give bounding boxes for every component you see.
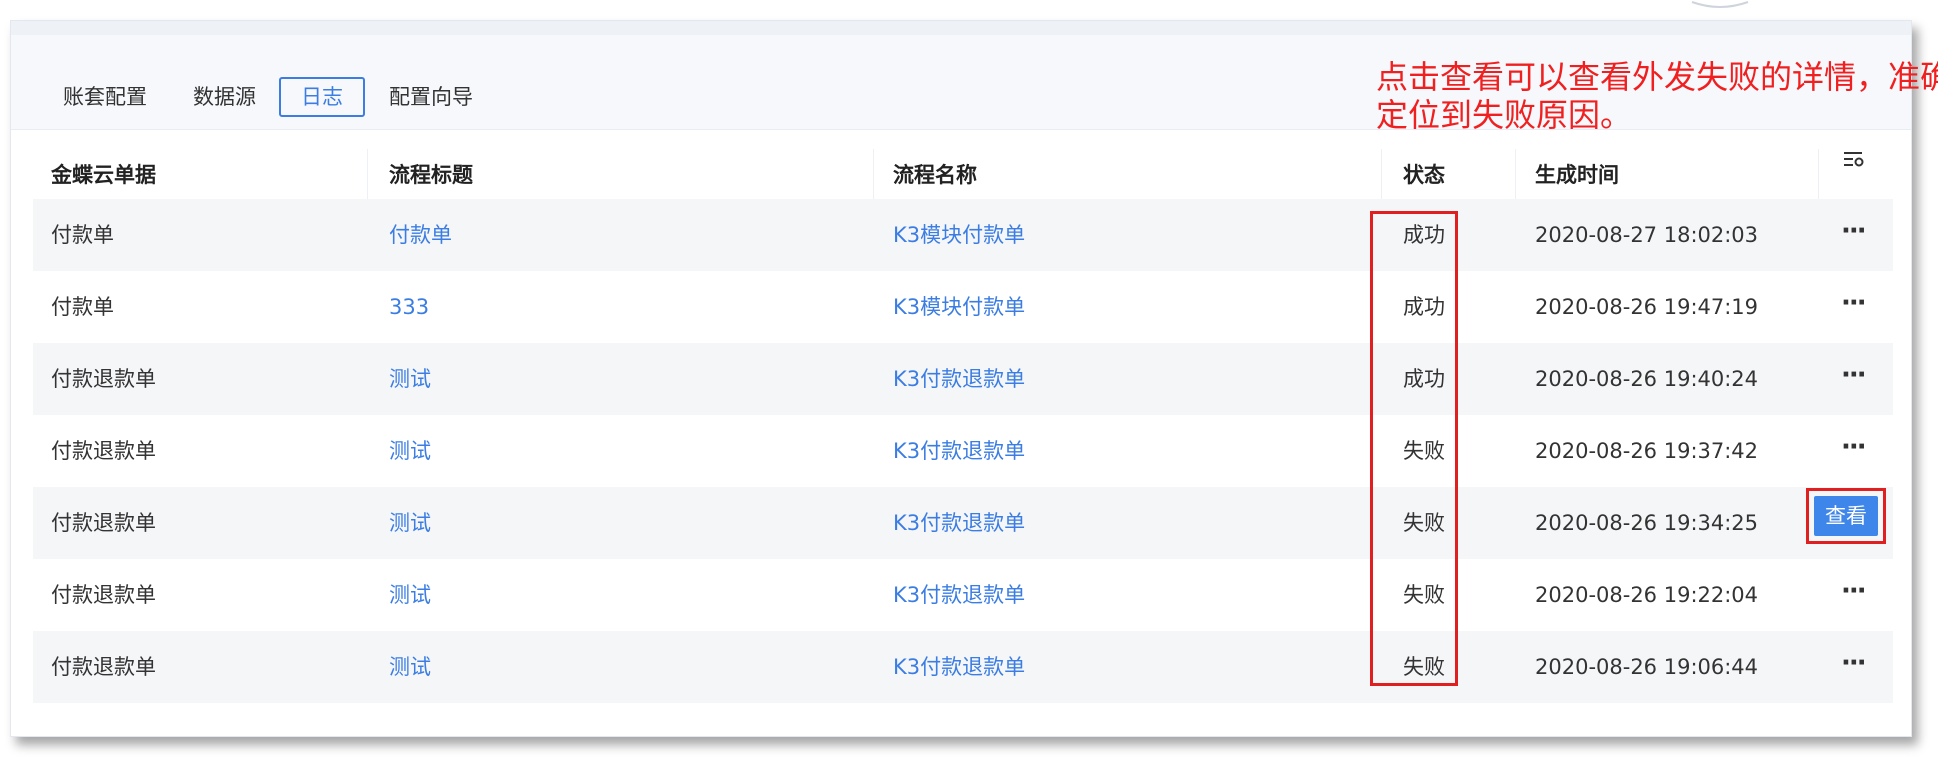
cell-time: 2020-08-26 19:40:24: [1535, 367, 1759, 391]
cell-name-link[interactable]: K3付款退款单: [893, 487, 1025, 559]
cell-name-link[interactable]: K3模块付款单: [893, 271, 1025, 343]
more-actions-icon[interactable]: ···: [1841, 271, 1867, 343]
table-row[interactable]: 付款退款单 测试 K3付款退款单 失败 2020-08-26 19:06:44 …: [33, 631, 1893, 703]
cell-name-link[interactable]: K3付款退款单: [893, 343, 1025, 415]
table-row[interactable]: 付款退款单 测试 K3付款退款单 成功 2020-08-26 19:40:24 …: [33, 343, 1893, 415]
cell-doc: 付款退款单: [51, 367, 156, 391]
cell-name-link[interactable]: K3付款退款单: [893, 559, 1025, 631]
table-row[interactable]: 付款退款单 测试 K3付款退款单 失败 2020-08-26 19:34:25: [33, 487, 1893, 559]
annotation-note: 点击查看可以查看外发失败的详情，准确 定位到失败原因。: [1376, 58, 1938, 134]
tab-log[interactable]: 日志: [279, 77, 365, 117]
cell-time: 2020-08-26 19:06:44: [1535, 655, 1759, 679]
more-actions-icon[interactable]: ···: [1841, 199, 1867, 271]
annotation-line: 点击查看可以查看外发失败的详情，准确: [1376, 58, 1938, 96]
cell-doc: 付款单: [51, 223, 114, 247]
column-settings-icon[interactable]: [1842, 150, 1866, 170]
tab-config-wizard[interactable]: 配置向导: [389, 77, 473, 117]
cell-time: 2020-08-26 19:34:25: [1535, 511, 1759, 535]
cell-time: 2020-08-27 18:02:03: [1535, 223, 1759, 247]
tab-account-config[interactable]: 账套配置: [63, 77, 147, 117]
more-actions-icon[interactable]: ···: [1841, 415, 1867, 487]
table-row[interactable]: 付款单 付款单 K3模块付款单 成功 2020-08-27 18:02:03 ·…: [33, 199, 1893, 271]
cell-doc: 付款退款单: [51, 655, 156, 679]
cell-title-link[interactable]: 测试: [389, 631, 431, 703]
cell-time: 2020-08-26 19:37:42: [1535, 439, 1759, 463]
cell-title-link[interactable]: 333: [389, 271, 429, 343]
annotation-line: 定位到失败原因。: [1376, 96, 1633, 134]
more-actions-icon[interactable]: ···: [1841, 631, 1867, 703]
cell-doc: 付款退款单: [51, 583, 156, 607]
more-actions-icon[interactable]: ···: [1841, 559, 1867, 631]
cell-time: 2020-08-26 19:47:19: [1535, 295, 1759, 319]
view-highlight-box: 查看: [1806, 488, 1886, 544]
cell-time: 2020-08-26 19:22:04: [1535, 583, 1759, 607]
cell-title-link[interactable]: 测试: [389, 343, 431, 415]
cell-title-link[interactable]: 测试: [389, 559, 431, 631]
table-row[interactable]: 付款单 333 K3模块付款单 成功 2020-08-26 19:47:19 ·…: [33, 271, 1893, 343]
cell-name-link[interactable]: K3付款退款单: [893, 415, 1025, 487]
status-highlight-box: [1370, 211, 1458, 686]
top-band: [11, 21, 1911, 35]
cell-name-link[interactable]: K3模块付款单: [893, 199, 1025, 271]
cell-doc: 付款退款单: [51, 439, 156, 463]
tab-data-source[interactable]: 数据源: [193, 77, 256, 117]
table-row[interactable]: 付款退款单 测试 K3付款退款单 失败 2020-08-26 19:37:42 …: [33, 415, 1893, 487]
cell-doc: 付款退款单: [51, 511, 156, 535]
corner-decoration: [1691, 1, 1749, 8]
more-actions-icon[interactable]: ···: [1841, 343, 1867, 415]
cell-title-link[interactable]: 测试: [389, 415, 431, 487]
table-row[interactable]: 付款退款单 测试 K3付款退款单 失败 2020-08-26 19:22:04 …: [33, 559, 1893, 631]
view-button[interactable]: 查看: [1814, 496, 1878, 536]
cell-name-link[interactable]: K3付款退款单: [893, 631, 1025, 703]
cell-title-link[interactable]: 测试: [389, 487, 431, 559]
cell-title-link[interactable]: 付款单: [389, 199, 452, 271]
cell-doc: 付款单: [51, 295, 114, 319]
